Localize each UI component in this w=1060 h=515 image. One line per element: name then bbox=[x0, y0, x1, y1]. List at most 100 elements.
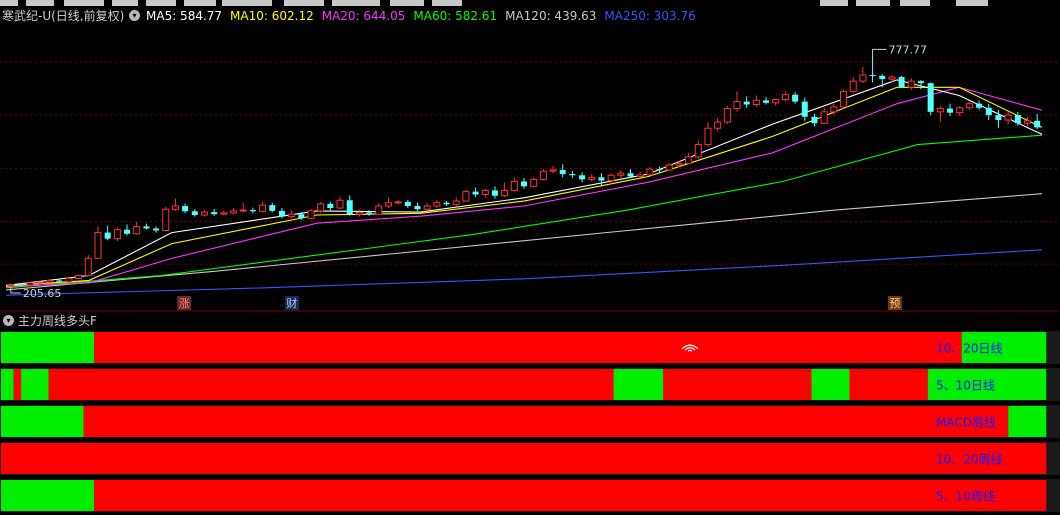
candle bbox=[733, 91, 741, 112]
event-marker[interactable]: 预 bbox=[887, 296, 902, 310]
signal-segment-green bbox=[1, 406, 84, 437]
candle bbox=[26, 282, 34, 286]
candle-body bbox=[927, 83, 934, 112]
candle-body bbox=[636, 174, 644, 178]
candle bbox=[355, 209, 363, 217]
candle-body bbox=[559, 169, 566, 175]
candle-body bbox=[888, 76, 896, 80]
candle-body bbox=[714, 121, 722, 129]
candle-body bbox=[665, 164, 673, 171]
high-price-label: 777.77 bbox=[889, 43, 928, 56]
candle-body bbox=[36, 281, 44, 284]
candle-body bbox=[830, 106, 838, 113]
candle-body bbox=[530, 178, 538, 187]
candle-body bbox=[763, 100, 770, 103]
candle-body bbox=[143, 226, 150, 229]
candle-body bbox=[239, 209, 247, 212]
ma250-value: MA250: 303.76 bbox=[604, 9, 696, 23]
ma10-value: MA10: 602.12 bbox=[230, 9, 314, 23]
candle bbox=[472, 187, 479, 197]
candle bbox=[936, 105, 944, 123]
candle-body bbox=[976, 103, 983, 108]
candle-body bbox=[26, 282, 34, 286]
candle-body bbox=[965, 103, 973, 109]
candle-body bbox=[171, 205, 179, 210]
candle bbox=[143, 223, 150, 230]
candle bbox=[259, 201, 267, 213]
event-marker[interactable]: 涨 bbox=[177, 296, 192, 310]
candle-body bbox=[820, 111, 828, 124]
candle bbox=[588, 174, 596, 182]
candle bbox=[656, 166, 663, 173]
candle bbox=[636, 171, 644, 178]
low-marker-line bbox=[10, 286, 21, 294]
candle bbox=[462, 189, 470, 202]
candle bbox=[927, 82, 934, 116]
candle bbox=[956, 106, 964, 116]
candle-body bbox=[840, 90, 848, 108]
candle-body bbox=[801, 101, 808, 117]
candle-body bbox=[133, 225, 141, 235]
candle bbox=[366, 210, 373, 216]
candle-body bbox=[1014, 115, 1021, 124]
candle bbox=[124, 224, 131, 236]
candle bbox=[617, 169, 625, 179]
collapse-toggle-icon[interactable]: ▾ bbox=[129, 10, 140, 21]
price-chart-header: 寒武纪-U(日线,前复权) ▾ MA5: 584.77 MA10: 602.12 M… bbox=[0, 6, 1060, 26]
candle-body bbox=[879, 75, 886, 80]
candle bbox=[763, 97, 770, 105]
candle-body bbox=[307, 210, 315, 219]
signal-segment-red bbox=[13, 369, 22, 400]
candle bbox=[84, 255, 92, 277]
candle-body bbox=[220, 212, 228, 215]
candle bbox=[452, 196, 460, 206]
candle-body bbox=[423, 205, 431, 210]
signal-segment-red bbox=[849, 369, 928, 400]
signal-segment-green bbox=[1, 480, 95, 511]
candle-body bbox=[7, 284, 15, 287]
candlestick-chart[interactable]: 777.77 205.65 涨 财 预 bbox=[0, 26, 1060, 312]
candle-body bbox=[811, 116, 818, 124]
candle-body bbox=[481, 189, 489, 196]
candle bbox=[404, 199, 411, 209]
candle bbox=[801, 97, 808, 121]
candle-body bbox=[1034, 120, 1041, 128]
signal-segment-red bbox=[663, 369, 812, 400]
signal-row: 10、20周线 bbox=[0, 442, 1060, 475]
candle-body bbox=[404, 201, 411, 206]
candle-body bbox=[849, 80, 857, 92]
candle-body bbox=[317, 203, 325, 212]
event-marker[interactable]: 财 bbox=[284, 296, 299, 310]
candle-body bbox=[249, 210, 256, 212]
candle bbox=[249, 207, 256, 214]
low-price-label: 205.65 bbox=[23, 287, 62, 300]
candle bbox=[559, 164, 566, 178]
candle bbox=[520, 178, 528, 189]
candle bbox=[704, 122, 712, 147]
candle-body bbox=[182, 205, 189, 212]
candle bbox=[46, 279, 54, 283]
candle-body bbox=[113, 229, 121, 240]
candle-body bbox=[510, 180, 518, 191]
candle bbox=[182, 203, 189, 214]
candle bbox=[269, 202, 276, 213]
event-marker-label: 财 bbox=[286, 296, 297, 310]
signal-segment-red bbox=[83, 406, 1009, 437]
candle bbox=[36, 281, 44, 284]
candle bbox=[1023, 116, 1031, 127]
candle bbox=[907, 78, 915, 90]
indicator-toggle-icon[interactable]: ▾ bbox=[3, 315, 14, 326]
signal-segment-green bbox=[21, 369, 49, 400]
candle-body bbox=[617, 172, 625, 176]
indicator-panel[interactable]: 10、20日线 5、10日线 MACD周线 10、20周线 5、10周线 bbox=[0, 330, 1060, 515]
candle bbox=[65, 277, 73, 283]
candle bbox=[230, 208, 238, 215]
candle-body bbox=[956, 107, 964, 114]
signal-row-label: 10、20周线 bbox=[936, 453, 1003, 467]
candle bbox=[375, 203, 383, 215]
candle-body bbox=[898, 77, 905, 88]
candle-body bbox=[366, 212, 373, 215]
candle bbox=[781, 91, 789, 102]
candle-body bbox=[259, 204, 267, 212]
candle bbox=[947, 103, 954, 116]
